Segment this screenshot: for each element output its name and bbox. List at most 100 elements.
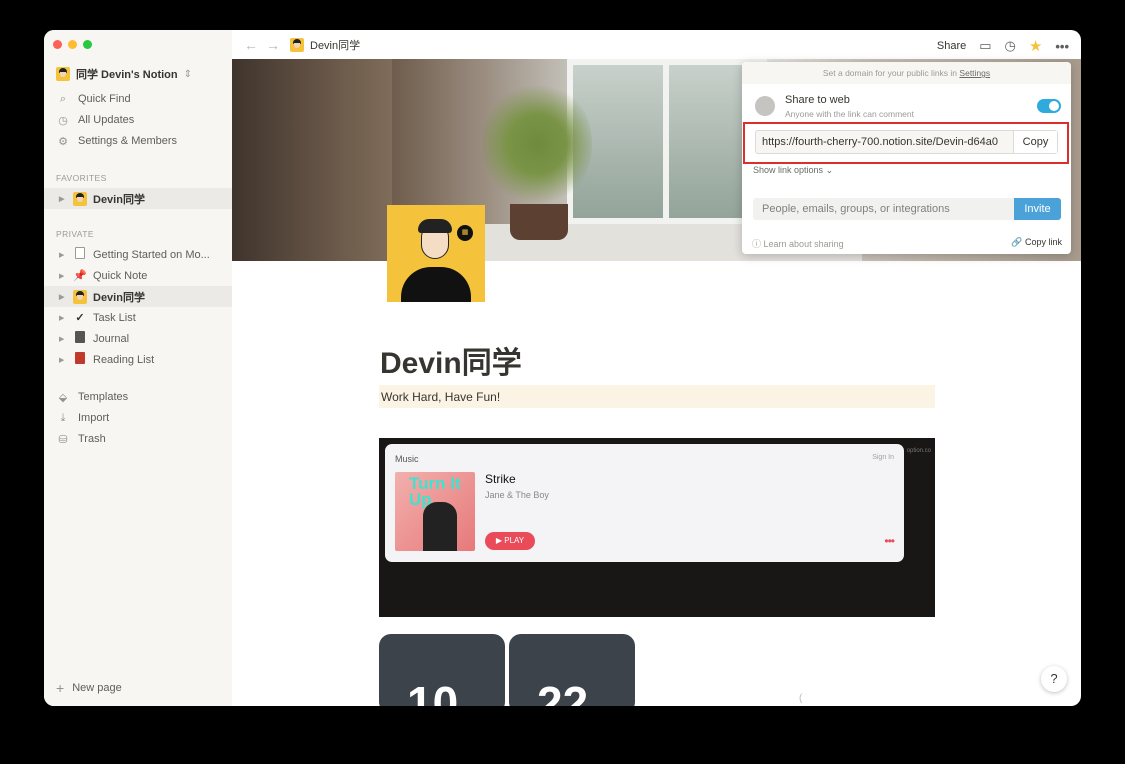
share-button[interactable]: Share — [937, 40, 966, 52]
sidebar-item-label: Devin同学 — [93, 291, 145, 304]
learn-about-sharing-link[interactable]: ⓘ Learn about sharing — [752, 237, 844, 250]
learn-label: Learn about sharing — [763, 239, 844, 249]
checkmark-icon: ✓ — [75, 312, 85, 324]
avatar-hair-shape — [418, 219, 452, 233]
plant-shape — [482, 79, 592, 209]
expand-triangle-icon[interactable]: ▶ — [59, 356, 67, 364]
clock-digit-card-hours: 10 — [379, 634, 505, 706]
sign-in-link[interactable]: Sign In — [872, 454, 894, 461]
favorites-section-label: FAVORITES — [56, 173, 107, 183]
show-link-options-button[interactable]: Show link options ⌄ — [753, 165, 833, 176]
paren-glyph: ( — [799, 693, 803, 704]
clock-hours: 10 — [407, 677, 459, 706]
sidebar-item-label: Devin同学 — [93, 193, 145, 206]
traffic-lights — [53, 40, 92, 49]
invite-button[interactable]: Invite — [1014, 198, 1061, 220]
avatar-icon — [73, 289, 87, 304]
question-circle-icon: ⓘ — [752, 239, 762, 249]
embed-watermark: option.co — [906, 448, 931, 454]
breadcrumb-title: Devin同学 — [310, 39, 361, 52]
sidebar-item-label: Getting Started on Mo... — [93, 248, 210, 261]
public-link-field: https://fourth-cherry-700.notion.site/De… — [743, 122, 1069, 164]
nav-label: Quick Find — [78, 93, 131, 105]
sidebar-item-journal[interactable]: ▶ Journal — [44, 328, 232, 349]
settings-link[interactable]: Settings — [959, 68, 990, 78]
new-page-label: New page — [72, 682, 122, 694]
minimize-window-button[interactable] — [68, 40, 77, 49]
clock-digit-card-minutes: 22 — [509, 634, 635, 706]
expand-triangle-icon[interactable]: ▶ — [59, 251, 67, 259]
favorite-star-icon[interactable]: ★ — [1029, 37, 1042, 55]
sidebar-item-reading-list[interactable]: ▶ Reading List — [44, 349, 232, 370]
all-updates-button[interactable]: ◷ All Updates — [56, 111, 134, 129]
forward-arrow-icon[interactable]: → — [266, 37, 280, 53]
avatar-icon — [73, 191, 87, 206]
more-options-icon[interactable]: ••• — [1055, 39, 1069, 54]
avatar-icon — [290, 37, 304, 52]
templates-button[interactable]: ⬙ Templates — [56, 388, 128, 406]
sidebar-item-devin[interactable]: ▶ Devin同学 — [44, 286, 232, 307]
help-button[interactable]: ? — [1041, 666, 1067, 692]
sidebar-item-label: Reading List — [93, 353, 155, 366]
copy-link-button[interactable]: 🔗 Copy link — [1011, 237, 1062, 248]
trash-button[interactable]: ⛁ Trash — [56, 430, 106, 448]
more-options-icon[interactable]: ••• — [884, 534, 895, 548]
nav-label: Settings & Members — [78, 135, 178, 147]
sidebar-item-favorite-devin[interactable]: ▶ Devin同学 — [44, 188, 232, 209]
song-title[interactable]: Strike — [485, 472, 516, 486]
workspace-avatar-icon — [56, 67, 70, 81]
window-shape — [567, 59, 767, 224]
nav-label: Trash — [78, 433, 106, 445]
apple-music-embed: option.co Music Sign In Turn It Up Strik… — [379, 438, 935, 617]
avatar-body-shape — [401, 267, 471, 302]
zoom-window-button[interactable] — [83, 40, 92, 49]
workspace-switcher[interactable]: 同学 Devin's Notion ⇕ — [56, 66, 192, 82]
private-section-label: PRIVATE — [56, 229, 94, 239]
page-icon-avatar[interactable]: ▦ — [387, 205, 485, 302]
domain-notice: Set a domain for your public links in Se… — [742, 62, 1071, 84]
artist-name[interactable]: Jane & The Boy — [485, 490, 549, 500]
expand-triangle-icon[interactable]: ▶ — [59, 195, 67, 203]
notebook-icon — [75, 331, 85, 343]
red-highlight-box — [743, 122, 1069, 164]
quick-find-button[interactable]: ⌕ Quick Find — [56, 90, 131, 108]
sidebar-item-quick-note[interactable]: ▶ 📌 Quick Note — [44, 265, 232, 286]
sidebar-item-task-list[interactable]: ▶ ✓ Task List — [44, 307, 232, 328]
breadcrumb[interactable]: Devin同学 — [290, 37, 360, 53]
sidebar-item-getting-started[interactable]: ▶ Getting Started on Mo... — [44, 244, 232, 265]
clock-icon: ◷ — [58, 114, 68, 127]
trash-icon: ⛁ — [58, 433, 68, 446]
play-button[interactable]: ▶ PLAY — [485, 532, 535, 550]
callout-block[interactable]: Work Hard, Have Fun! — [379, 385, 935, 408]
back-arrow-icon[interactable]: ← — [244, 37, 258, 53]
expand-triangle-icon[interactable]: ▶ — [59, 272, 67, 280]
link-icon: 🔗 — [1011, 237, 1023, 247]
nav-label: Templates — [78, 391, 129, 403]
close-window-button[interactable] — [53, 40, 62, 49]
invite-input[interactable]: People, emails, groups, or integrations — [753, 198, 1014, 220]
search-icon: ⌕ — [59, 92, 67, 105]
expand-triangle-icon[interactable]: ▶ — [59, 293, 67, 301]
page-title[interactable]: Devin同学 — [380, 338, 522, 382]
album-cover[interactable]: Turn It Up — [395, 472, 475, 551]
expand-triangle-icon[interactable]: ▶ — [59, 335, 67, 343]
sidebar-item-label: Journal — [93, 332, 130, 345]
expand-triangle-icon[interactable]: ▶ — [59, 314, 67, 322]
globe-icon — [755, 96, 775, 116]
app-window: 同学 Devin's Notion ⇕ ⌕ Quick Find ◷ All U… — [44, 30, 1081, 706]
share-to-web-subtext: Anyone with the link can comment — [785, 109, 914, 119]
sidebar-item-label: Quick Note — [93, 269, 148, 282]
music-brand: Music — [395, 454, 419, 464]
new-page-button[interactable]: + New page — [56, 680, 122, 696]
apple-music-logo: Music — [395, 454, 419, 464]
settings-members-button[interactable]: ⚙ Settings & Members — [56, 132, 177, 150]
share-to-web-toggle[interactable] — [1037, 99, 1061, 113]
nav-label: Import — [78, 412, 110, 424]
album-figure-shape — [423, 502, 457, 551]
plus-icon: + — [56, 680, 65, 696]
pot-shape — [510, 204, 568, 240]
comment-icon[interactable]: ▭ — [979, 38, 991, 54]
topbar-actions: Share ▭ ◷ ★ ••• — [937, 37, 1069, 55]
history-clock-icon[interactable]: ◷ — [1005, 38, 1016, 54]
import-button[interactable]: ⤓ Import — [56, 409, 110, 427]
